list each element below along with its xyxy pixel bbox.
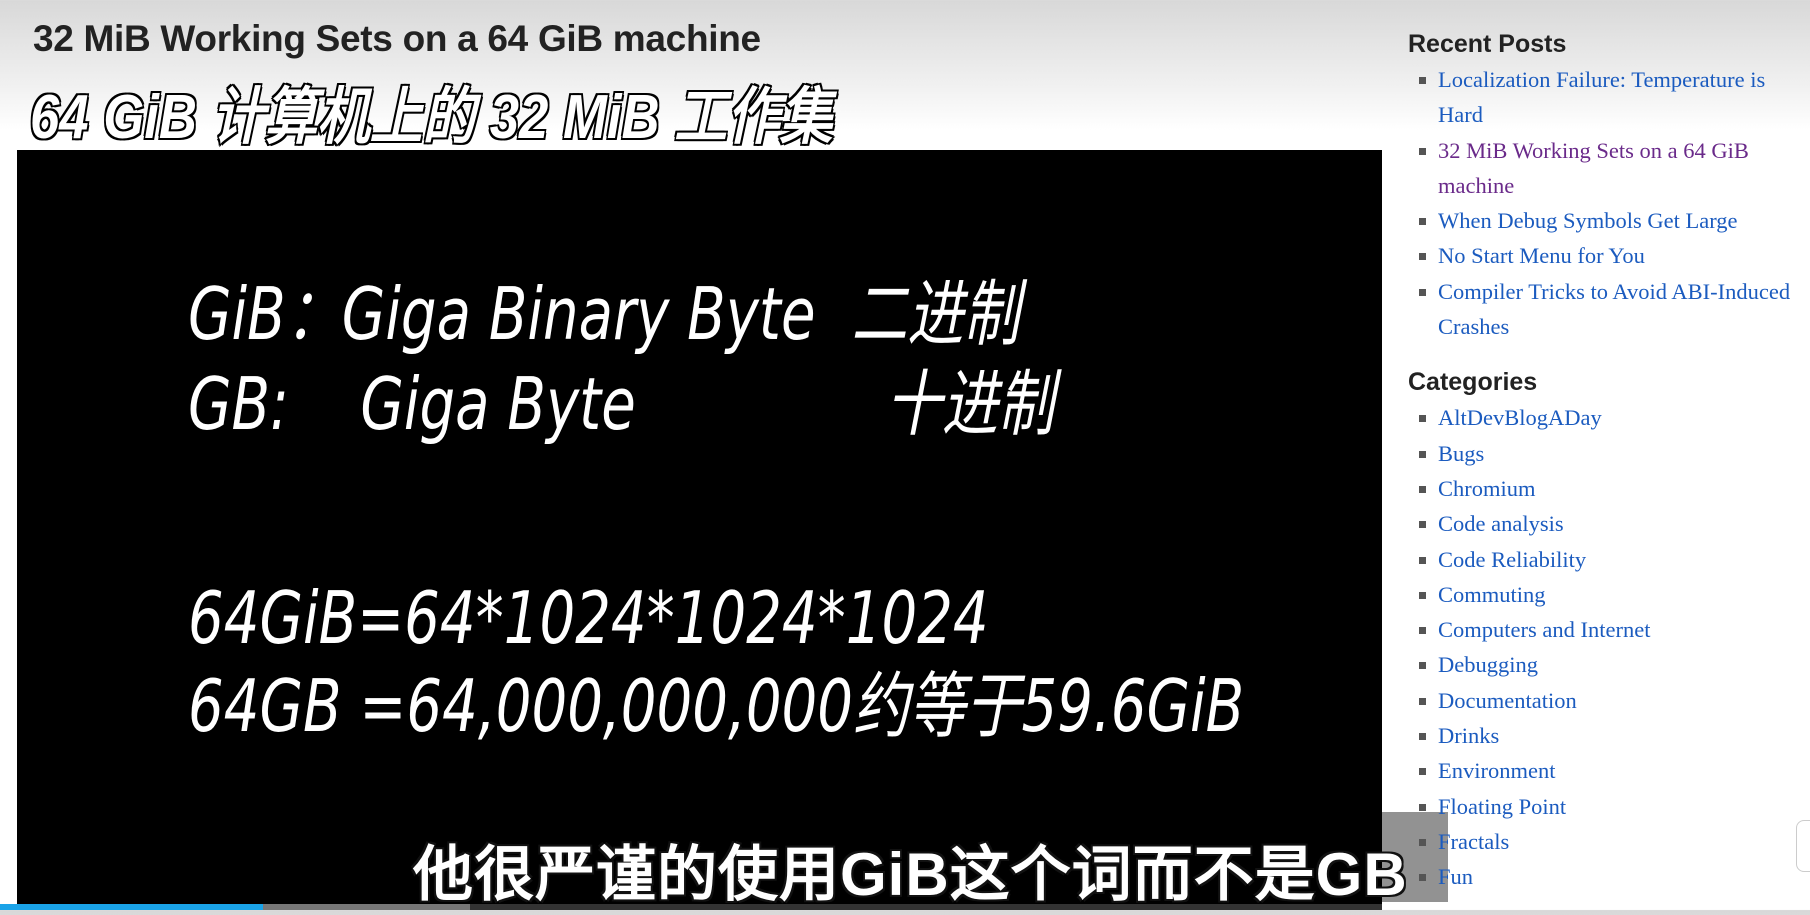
- category-link[interactable]: Bugs: [1408, 436, 1808, 471]
- category-link[interactable]: Environment: [1408, 753, 1808, 788]
- post-title: 32 MiB Working Sets on a 64 GiB machine: [33, 18, 761, 59]
- link-label[interactable]: Bugs: [1438, 441, 1484, 466]
- link-label[interactable]: Computers and Internet: [1438, 617, 1650, 642]
- link-label[interactable]: Environment: [1438, 758, 1555, 783]
- slide-line-64gb: 64GB =64,000,000,000约等于59.6GiB: [188, 664, 1245, 748]
- category-link[interactable]: Commuting: [1408, 577, 1808, 612]
- category-link[interactable]: Debugging: [1408, 647, 1808, 682]
- recent-post-link[interactable]: 32 MiB Working Sets on a 64 GiB machine: [1408, 133, 1808, 204]
- category-link[interactable]: Floating Point: [1408, 789, 1808, 824]
- recent-post-link[interactable]: When Debug Symbols Get Large: [1408, 203, 1808, 238]
- link-label[interactable]: Fun: [1438, 864, 1473, 889]
- recent-post-link[interactable]: No Start Menu for You: [1408, 238, 1808, 273]
- categories-heading: Categories: [1408, 368, 1538, 397]
- bullet-icon: [1419, 697, 1426, 705]
- link-label[interactable]: Code analysis: [1438, 511, 1564, 536]
- category-link[interactable]: Code Reliability: [1408, 542, 1808, 577]
- recent-posts-heading: Recent Posts: [1408, 30, 1567, 58]
- link-label[interactable]: Floating Point: [1438, 794, 1566, 819]
- category-link[interactable]: Fractals: [1408, 824, 1808, 859]
- recent-post-link[interactable]: Compiler Tricks to Avoid ABI-Induced Cra…: [1408, 274, 1808, 345]
- category-link[interactable]: AltDevBlogADay: [1408, 400, 1808, 435]
- bullet-icon: [1419, 591, 1426, 599]
- bullet-icon: [1419, 556, 1426, 564]
- link-label[interactable]: Drinks: [1438, 723, 1499, 748]
- category-link[interactable]: Documentation: [1408, 683, 1808, 718]
- category-link[interactable]: Chromium: [1408, 471, 1808, 506]
- link-label[interactable]: Code Reliability: [1438, 547, 1586, 572]
- video-overlay-title: 64 GiB 计算机上的 32 MiB 工作集: [29, 82, 834, 154]
- video-player[interactable]: GiB：Giga Binary Byte 二进制 GB: Giga Byte 十…: [17, 150, 1382, 910]
- recent-posts-list: Localization Failure: Temperature is Har…: [1408, 62, 1808, 344]
- link-label[interactable]: Fractals: [1438, 829, 1509, 854]
- bullet-icon: [1419, 768, 1426, 776]
- bullet-icon: [1419, 838, 1426, 846]
- bullet-icon: [1419, 218, 1426, 226]
- recent-post-link[interactable]: Localization Failure: Temperature is Har…: [1408, 62, 1808, 133]
- bullet-icon: [1419, 288, 1426, 296]
- link-label[interactable]: Chromium: [1438, 476, 1536, 501]
- link-label[interactable]: Documentation: [1438, 688, 1577, 713]
- category-link[interactable]: Fun: [1408, 859, 1808, 894]
- category-link[interactable]: Computers and Internet: [1408, 612, 1808, 647]
- link-label[interactable]: Commuting: [1438, 582, 1546, 607]
- slide-line-64gib: 64GiB=64*1024*1024*1024: [188, 576, 989, 660]
- slide-line-gb: GB: Giga Byte 十进制: [188, 362, 1055, 446]
- bullet-icon: [1419, 521, 1426, 529]
- bullet-icon: [1419, 253, 1426, 261]
- link-label[interactable]: Localization Failure: Temperature is Har…: [1438, 67, 1765, 127]
- video-caption: 他很严谨的使用GiB这个词而不是GB: [413, 841, 1408, 908]
- bullet-icon: [1419, 485, 1426, 493]
- bullet-icon: [1419, 627, 1426, 635]
- bullet-icon: [1419, 662, 1426, 670]
- bullet-icon: [1419, 450, 1426, 458]
- link-label[interactable]: No Start Menu for You: [1438, 243, 1645, 268]
- link-label[interactable]: Compiler Tricks to Avoid ABI-Induced Cra…: [1438, 279, 1790, 339]
- video-progress-bar[interactable]: [0, 904, 1382, 910]
- slide-line-gib: GiB：Giga Binary Byte 二进制: [188, 272, 1020, 356]
- category-link[interactable]: Code analysis: [1408, 506, 1808, 541]
- played-bar: [0, 904, 263, 910]
- link-label[interactable]: Debugging: [1438, 652, 1538, 677]
- bullet-icon: [1419, 147, 1426, 155]
- category-link[interactable]: Drinks: [1408, 718, 1808, 753]
- bullet-icon: [1419, 803, 1426, 811]
- link-label[interactable]: AltDevBlogADay: [1438, 405, 1602, 430]
- sidebar: Recent Posts Localization Failure: Tempe…: [1408, 26, 1808, 915]
- bullet-icon: [1419, 415, 1426, 423]
- bullet-icon: [1419, 874, 1426, 882]
- categories-list: AltDevBlogADay Bugs Chromium Code analysis C…: [1408, 400, 1808, 894]
- side-scroll-button[interactable]: [1796, 820, 1810, 872]
- bullet-icon: [1419, 77, 1426, 84]
- bullet-icon: [1419, 733, 1426, 741]
- link-label[interactable]: 32 MiB Working Sets on a 64 GiB machine: [1438, 138, 1749, 198]
- link-label[interactable]: When Debug Symbols Get Large: [1438, 208, 1738, 233]
